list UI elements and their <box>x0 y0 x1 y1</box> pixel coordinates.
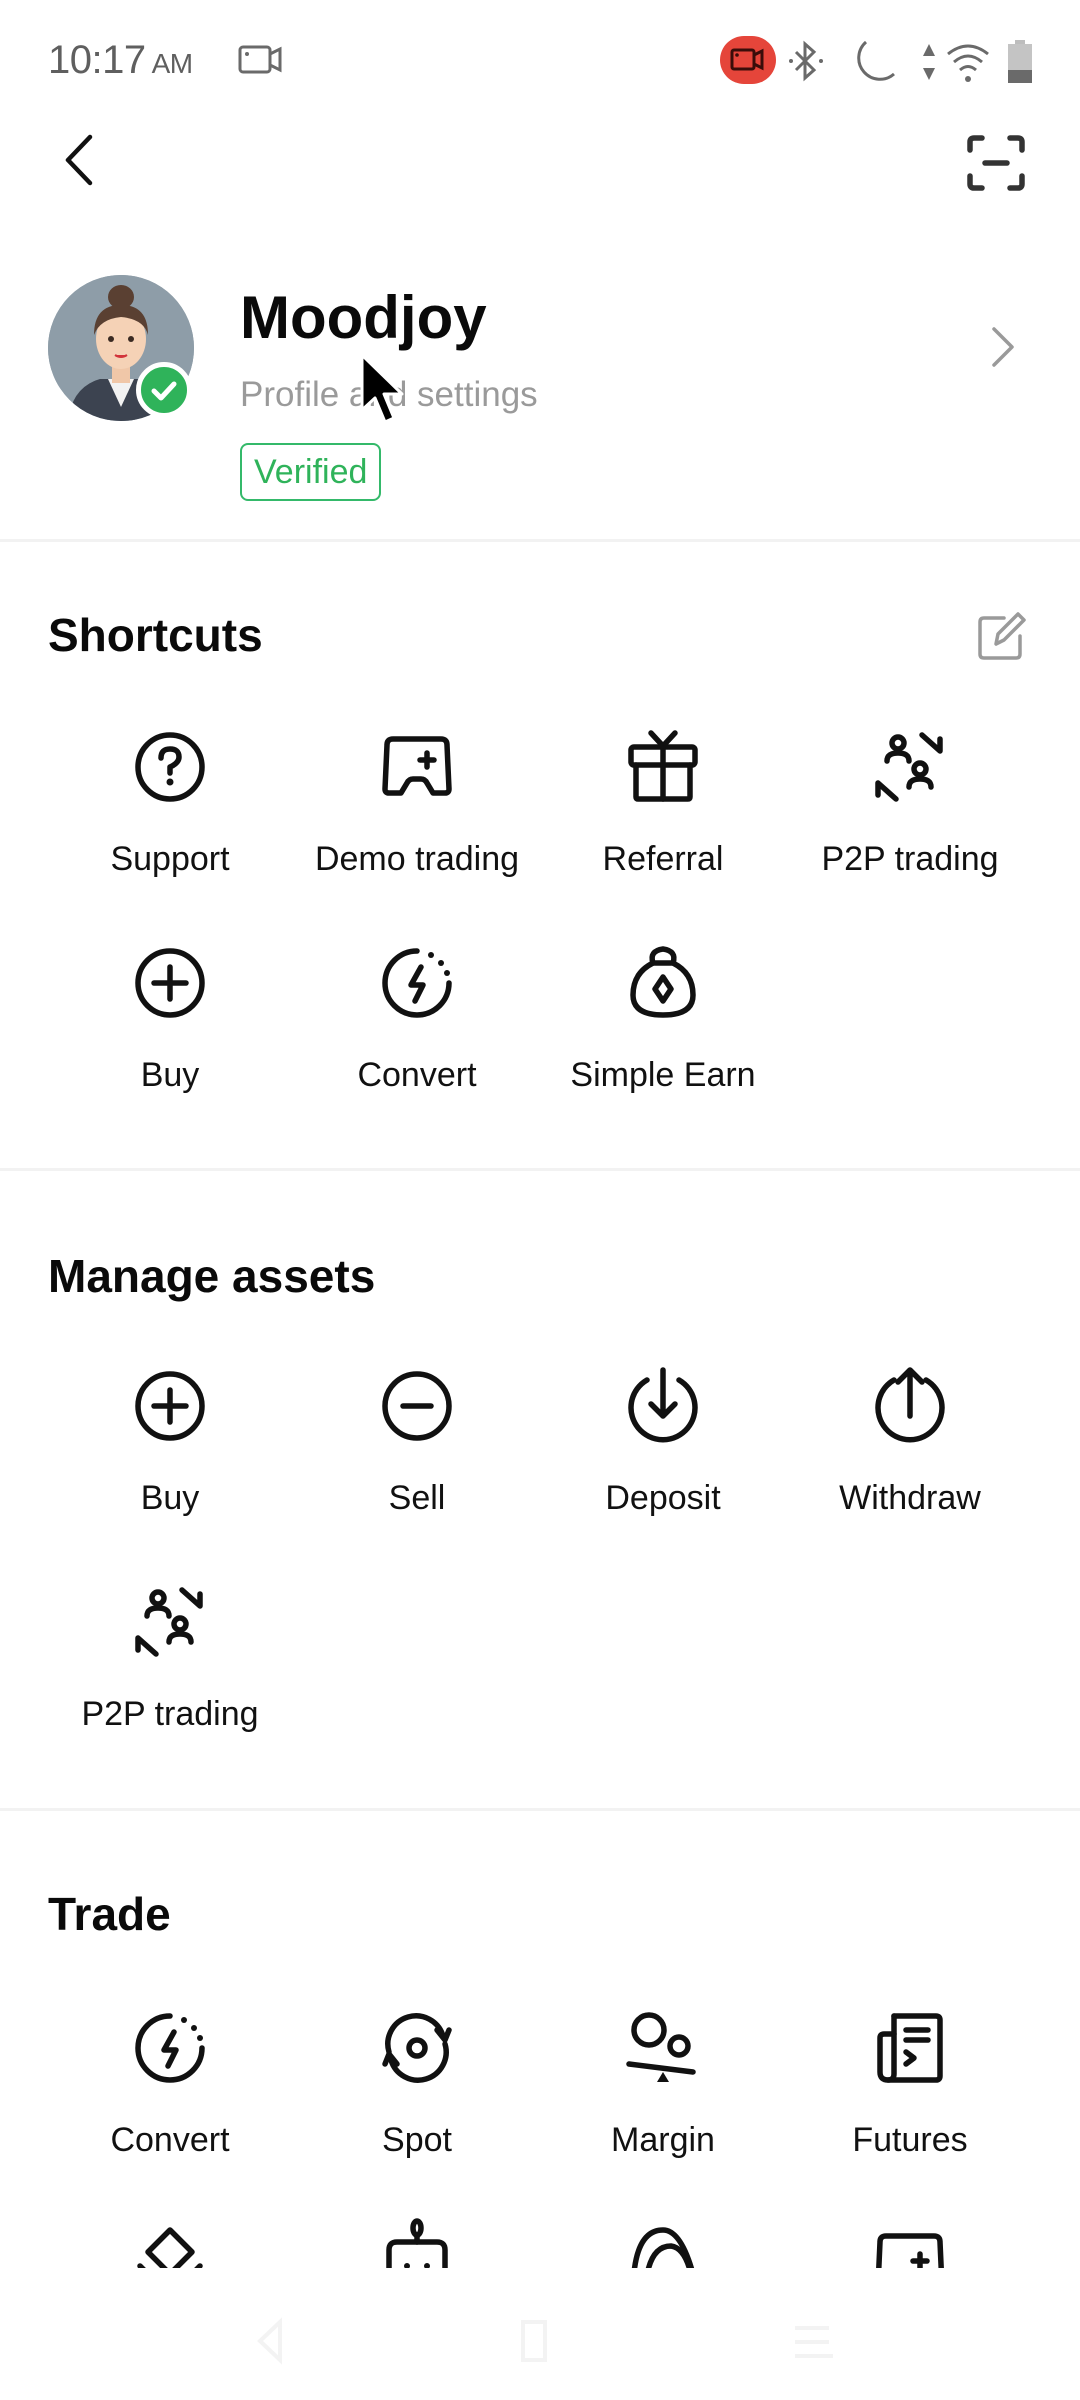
data-arrows-icon <box>923 44 935 80</box>
trading-bot-icon[interactable] <box>377 2218 457 2268</box>
bluetooth-icon <box>789 40 823 82</box>
arcs-icon[interactable] <box>623 2224 703 2268</box>
mouse-cursor-icon <box>360 353 404 424</box>
minus-circle-icon <box>382 1371 452 1441</box>
scan-icon <box>967 135 1025 191</box>
chevron-right-icon <box>992 327 1014 367</box>
shortcut-label: Simple Earn <box>570 1056 756 1094</box>
trade-label: Margin <box>611 2121 715 2159</box>
money-bag-icon <box>630 946 696 1018</box>
edit-icon <box>978 612 1026 660</box>
do-not-disturb-moon-icon <box>857 40 895 81</box>
trade-title: Trade <box>48 1888 171 1940</box>
chevron-left-icon <box>65 134 93 186</box>
shortcut-simple-earn[interactable]: Simple Earn <box>540 943 786 1123</box>
shortcut-referral[interactable]: Referral <box>540 727 786 907</box>
diamond-layers-icon[interactable] <box>130 2226 210 2268</box>
section-divider <box>0 1168 1080 1171</box>
question-circle-icon <box>135 732 205 802</box>
asset-label: Sell <box>388 1479 446 1517</box>
asset-label: Withdraw <box>839 1479 981 1517</box>
asset-label: Buy <box>140 1479 200 1517</box>
edit-shortcuts-button[interactable] <box>972 606 1032 666</box>
asset-withdraw[interactable]: Withdraw <box>787 1366 1033 1546</box>
shortcut-label: Convert <box>357 1056 477 1094</box>
section-divider <box>0 539 1080 542</box>
convert-bolt-icon <box>135 2013 205 2083</box>
nav-home-icon[interactable] <box>505 2316 565 2366</box>
p2p-exchange-icon <box>875 732 943 802</box>
nav-recents-icon[interactable] <box>785 2316 845 2366</box>
verified-check-icon <box>136 362 192 418</box>
battery-icon <box>1008 40 1032 83</box>
scan-button[interactable] <box>960 128 1032 200</box>
status-time: 10:17 AM <box>48 34 193 90</box>
shortcut-p2p-trading[interactable]: P2P trading <box>787 727 1033 907</box>
demo-trading-icon[interactable] <box>870 2224 950 2268</box>
asset-deposit[interactable]: Deposit <box>540 1366 786 1546</box>
status-time-ampm: AM <box>151 48 194 79</box>
manage-assets-title: Manage assets <box>48 1250 376 1302</box>
shortcut-label: P2P trading <box>821 840 999 878</box>
trade-spot[interactable]: Spot <box>294 2008 540 2188</box>
trade-label: Spot <box>382 2121 452 2159</box>
verified-badge: Verified <box>240 443 382 501</box>
asset-sell[interactable]: Sell <box>294 1366 540 1546</box>
p2p-exchange-icon <box>135 1587 203 1657</box>
username: Moodjoy <box>240 284 487 351</box>
asset-buy[interactable]: Buy <box>47 1366 293 1546</box>
shortcuts-title: Shortcuts <box>48 609 263 661</box>
futures-document-icon <box>877 2013 943 2083</box>
trade-futures[interactable]: Futures <box>787 2008 1033 2188</box>
deposit-arrow-down-icon <box>628 1367 698 1443</box>
screen-recording-active-icon <box>720 36 776 84</box>
margin-balance-icon <box>626 2012 696 2082</box>
shortcut-label: Referral <box>602 840 724 878</box>
shortcut-label: Support <box>110 840 230 878</box>
plus-circle-icon <box>135 1371 205 1441</box>
plus-circle-icon <box>135 948 205 1018</box>
asset-label: Deposit <box>605 1479 721 1517</box>
asset-label: P2P trading <box>81 1695 259 1733</box>
trade-convert[interactable]: Convert <box>47 2008 293 2188</box>
screen-record-icon <box>238 45 282 74</box>
shortcut-demo-trading[interactable]: Demo trading <box>294 727 540 907</box>
withdraw-arrow-up-icon <box>875 1367 945 1443</box>
shortcut-label: Buy <box>140 1056 200 1094</box>
spot-cycle-icon <box>382 2013 452 2083</box>
shortcut-label: Demo trading <box>314 840 520 878</box>
asset-p2p-trading[interactable]: P2P trading <box>47 1582 293 1762</box>
shortcut-convert[interactable]: Convert <box>294 943 540 1123</box>
trade-label: Futures <box>852 2121 968 2159</box>
trade-margin[interactable]: Margin <box>540 2008 786 2188</box>
convert-bolt-icon <box>382 948 452 1018</box>
demo-trading-icon <box>382 736 452 796</box>
gift-icon <box>628 730 698 802</box>
section-divider <box>0 1808 1080 1811</box>
system-nav-bar <box>0 2280 1080 2400</box>
nav-back-icon[interactable] <box>240 2316 300 2366</box>
wifi-icon <box>947 44 989 82</box>
shortcut-support[interactable]: Support <box>47 727 293 907</box>
trade-partial-row <box>0 2200 1080 2268</box>
trade-label: Convert <box>110 2121 230 2159</box>
status-time-value: 10:17 <box>48 38 146 82</box>
back-button[interactable] <box>50 125 110 195</box>
shortcut-buy[interactable]: Buy <box>47 943 293 1123</box>
